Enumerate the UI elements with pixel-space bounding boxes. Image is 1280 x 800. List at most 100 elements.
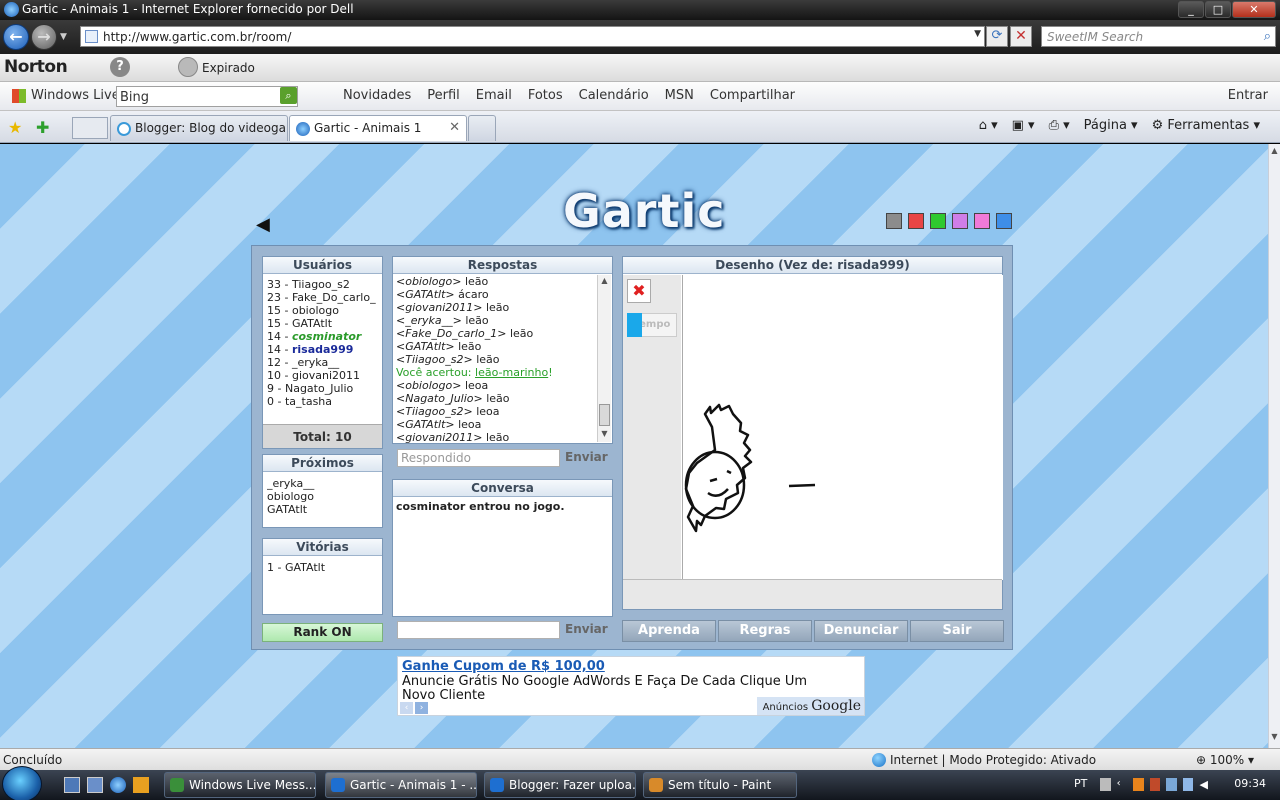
exit-button[interactable]: Sair (910, 620, 1004, 642)
scroll-down-icon[interactable]: ▼ (599, 429, 610, 441)
norton-tray-icon[interactable] (1133, 778, 1144, 791)
stop-button[interactable]: ✕ (1010, 26, 1032, 47)
norton-status[interactable]: Expirado (202, 61, 255, 75)
chat-send-button[interactable]: Enviar (565, 622, 608, 636)
wl-link-calendar[interactable]: Calendário (579, 88, 649, 103)
wl-link-msn[interactable]: MSN (665, 88, 694, 103)
keyboard-icon[interactable] (1100, 778, 1111, 791)
speaker-icon[interactable]: ◀ (256, 214, 270, 235)
ad-title[interactable]: Ganhe Cupom de R$ 100,00 (402, 659, 605, 674)
close-window-button[interactable]: ✕ (1232, 1, 1276, 18)
scroll-thumb[interactable] (599, 404, 610, 426)
drawing-canvas[interactable] (682, 275, 1003, 580)
norton-logo[interactable]: Norton (4, 57, 68, 77)
color-swatch-pink[interactable] (974, 213, 990, 229)
user-name[interactable]: giovani2011 (292, 369, 360, 382)
answer-input[interactable]: Respondido (397, 449, 560, 467)
user-name[interactable]: ta_tasha (285, 395, 332, 408)
rank-button[interactable]: Rank ON (262, 623, 383, 642)
rules-button[interactable]: Regras (718, 620, 812, 642)
ad-label[interactable]: Anúncios Google (756, 697, 864, 715)
language-indicator[interactable]: PT (1074, 777, 1087, 790)
user-name[interactable]: Tiiagoo_s2 (292, 278, 350, 291)
user-name[interactable]: GATAtlt (292, 317, 332, 330)
taskbar-button[interactable]: Windows Live Mess... (164, 772, 316, 798)
user-name[interactable]: cosminator (292, 330, 361, 343)
forward-button[interactable]: → (31, 24, 57, 50)
zoom-level[interactable]: ⊕ 100% ▾ (1196, 753, 1254, 767)
learn-button[interactable]: Aprenda (622, 620, 716, 642)
quick-tabs-button[interactable] (72, 117, 108, 139)
show-desktop-icon[interactable] (64, 777, 80, 793)
user-name[interactable]: Nagato_Julio (285, 382, 353, 395)
user-name[interactable]: Fake_Do_carlo_ (292, 291, 376, 304)
ie-quicklaunch-icon[interactable] (110, 777, 126, 793)
taskbar-button[interactable]: Sem título - Paint (643, 772, 797, 798)
url-field[interactable]: http://www.gartic.com.br/room/ ▼ (80, 26, 985, 47)
color-swatch-blue[interactable] (996, 213, 1012, 229)
color-swatch-red[interactable] (908, 213, 924, 229)
bing-search-button[interactable]: ⌕ (280, 87, 297, 104)
wl-link-share[interactable]: Compartilhar (710, 88, 795, 103)
answer-user: obiologo (405, 275, 453, 288)
page-menu[interactable]: Página ▾ (1084, 118, 1138, 133)
user-name[interactable]: _eryka__ (292, 356, 339, 369)
start-button[interactable] (2, 766, 42, 800)
wl-link-photos[interactable]: Fotos (528, 88, 563, 103)
network-icon[interactable] (1182, 778, 1194, 791)
switch-windows-icon[interactable] (87, 777, 103, 793)
feeds-icon[interactable]: ▣ ▾ (1012, 118, 1035, 133)
scroll-up-icon[interactable]: ▲ (599, 276, 610, 288)
wl-link-email[interactable]: Email (476, 88, 512, 103)
tools-tray-icon[interactable] (1149, 778, 1161, 791)
close-tab-icon[interactable]: ✕ (449, 120, 460, 135)
refresh-button[interactable]: ⟳ (986, 26, 1008, 47)
taskbar-button[interactable]: Blogger: Fazer uploa... (484, 772, 636, 798)
volume-icon[interactable]: ◀ (1199, 778, 1210, 791)
tab-gartic[interactable]: Gartic - Animais 1 ✕ (289, 115, 467, 141)
taskbar-button[interactable]: Gartic - Animais 1 - ... (325, 772, 477, 798)
answers-scrollbar[interactable]: ▲ ▼ (597, 275, 611, 442)
add-favorite-icon[interactable]: ✚ (36, 118, 49, 137)
windows-live-label[interactable]: Windows Live (31, 88, 120, 103)
color-swatch-gray[interactable] (886, 213, 902, 229)
favorites-star-icon[interactable]: ★ (8, 118, 22, 137)
tray-expand-icon[interactable]: ‹ (1117, 778, 1128, 791)
search-icon[interactable]: ⌕ (1264, 29, 1271, 44)
ad-prev-icon[interactable]: ‹ (400, 702, 413, 714)
search-input[interactable]: SweetIM Search ⌕ (1041, 26, 1276, 47)
page-scrollbar[interactable]: ▲ ▼ (1268, 144, 1280, 748)
chat-input[interactable] (397, 621, 560, 639)
report-button[interactable]: Denunciar (814, 620, 908, 642)
ad-next-icon[interactable]: › (415, 702, 428, 714)
tab-blogger[interactable]: Blogger: Blog do videoga... (110, 115, 288, 141)
lock-icon[interactable] (178, 57, 198, 77)
maximize-button[interactable]: □ (1205, 1, 1231, 18)
history-dropdown-icon[interactable]: ▼ (60, 32, 67, 42)
answer-send-button[interactable]: Enviar (565, 450, 608, 464)
page-scroll-down-icon[interactable]: ▼ (1269, 732, 1280, 746)
correct-word-link[interactable]: leão-marinho (475, 366, 548, 379)
wl-link-news[interactable]: Novidades (343, 88, 411, 103)
clock[interactable]: 09:34 (1234, 777, 1266, 790)
home-icon[interactable]: ⌂ ▾ (979, 118, 998, 133)
tools-menu[interactable]: ⚙ Ferramentas ▾ (1152, 118, 1260, 133)
minimize-button[interactable]: _ (1178, 1, 1204, 18)
new-tab-button[interactable] (468, 115, 496, 141)
url-dropdown-icon[interactable]: ▼ (974, 29, 981, 39)
back-button[interactable]: ← (3, 24, 29, 50)
page-scroll-up-icon[interactable]: ▲ (1269, 146, 1280, 160)
security-zone[interactable]: Internet | Modo Protegido: Ativado (872, 753, 1096, 767)
clear-drawing-icon[interactable]: ✖ (627, 279, 651, 303)
wl-link-profile[interactable]: Perfil (427, 88, 460, 103)
media-player-icon[interactable] (133, 777, 149, 793)
sign-in-link[interactable]: Entrar (1228, 88, 1268, 103)
user-name[interactable]: obiologo (292, 304, 339, 317)
battery-icon[interactable] (1166, 778, 1177, 791)
user-name[interactable]: risada999 (292, 343, 353, 356)
bing-search-input[interactable]: Bing (116, 86, 298, 107)
print-icon[interactable]: ⎙ ▾ (1049, 118, 1070, 133)
color-swatch-green[interactable] (930, 213, 946, 229)
color-swatch-purple[interactable] (952, 213, 968, 229)
help-icon[interactable]: ? (110, 57, 130, 77)
